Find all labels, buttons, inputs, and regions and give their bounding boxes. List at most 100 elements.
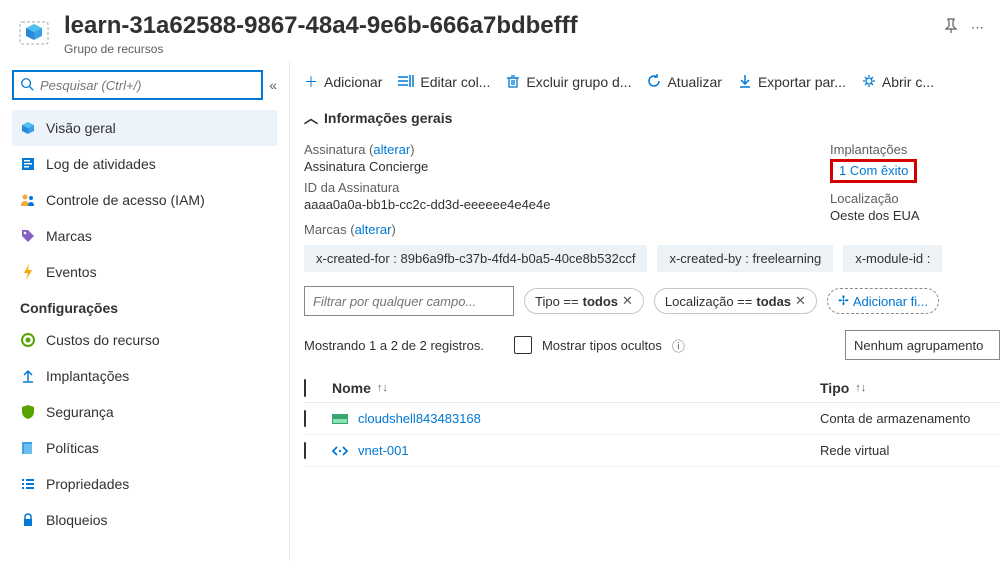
tag-icon [20, 229, 36, 243]
type-column-header[interactable]: Tipo↑↓ [820, 380, 1000, 396]
resource-link[interactable]: vnet-001 [332, 443, 820, 458]
refresh-button[interactable]: Atualizar [647, 74, 721, 91]
sidebar-item-security[interactable]: Segurança [12, 394, 277, 430]
columns-icon [398, 74, 414, 90]
deployments-label: Implantações [830, 142, 1000, 157]
info-icon[interactable]: ⓘ [672, 336, 685, 355]
deploy-icon [20, 369, 36, 383]
select-all-checkbox[interactable] [304, 379, 306, 397]
edit-columns-button[interactable]: Editar col... [398, 74, 490, 90]
collapse-sidebar-icon[interactable]: « [269, 77, 277, 93]
search-input[interactable] [40, 78, 255, 93]
sidebar-item-label: Marcas [46, 228, 92, 244]
add-filter-icon: ✢ [838, 293, 849, 309]
show-hidden-checkbox[interactable] [514, 336, 532, 354]
sidebar-item-properties[interactable]: Propriedades [12, 466, 277, 502]
page-header: learn-31a62588-9867-48a4-9e6b-666a7bdbef… [0, 0, 1000, 62]
resource-group-icon [16, 14, 52, 50]
export-button[interactable]: Exportar par... [738, 74, 846, 91]
record-count: Mostrando 1 a 2 de 2 registros. [304, 338, 484, 353]
bolt-icon [20, 264, 36, 280]
lock-icon [20, 513, 36, 527]
trash-icon [506, 74, 520, 91]
table-row: vnet-001 Rede virtual [304, 435, 1000, 467]
sidebar-item-label: Log de atividades [46, 156, 156, 172]
grouping-select[interactable]: Nenhum agrupamento [845, 330, 1000, 360]
resource-type: Rede virtual [820, 443, 1000, 458]
location-label: Localização [830, 191, 1000, 206]
sidebar-item-label: Visão geral [46, 120, 116, 136]
sidebar-item-activity-log[interactable]: Log de atividades [12, 146, 277, 182]
sidebar-item-events[interactable]: Eventos [12, 254, 277, 290]
subid-value: aaaa0a0a-bb1b-cc2c-dd3d-eeeeee4e4e4e [304, 197, 800, 212]
change-tags-link[interactable]: alterar [355, 222, 392, 237]
page-title: learn-31a62588-9867-48a4-9e6b-666a7bdbef… [64, 12, 931, 40]
refresh-icon [647, 74, 661, 91]
sidebar-section-settings: Configurações [12, 290, 277, 322]
sidebar-item-policies[interactable]: Políticas [12, 430, 277, 466]
row-checkbox[interactable] [304, 410, 306, 427]
sidebar-item-label: Custos do recurso [46, 332, 160, 348]
type-filter-pill[interactable]: Tipo == todos✕ [524, 288, 644, 314]
pin-icon[interactable] [943, 18, 959, 37]
sidebar-item-label: Propriedades [46, 476, 129, 492]
tags-row: x-created-for : 89b6a9fb-c37b-4fd4-b0a5-… [304, 245, 1000, 272]
log-icon [20, 157, 36, 171]
sort-icon: ↑↓ [855, 382, 866, 394]
add-button[interactable]: ＋Adicionar [304, 72, 382, 92]
sidebar-item-locks[interactable]: Bloqueios [12, 502, 277, 538]
sort-icon: ↑↓ [377, 382, 388, 394]
tag-chip[interactable]: x-created-for : 89b6a9fb-c37b-4fd4-b0a5-… [304, 245, 647, 272]
sidebar-item-tags[interactable]: Marcas [12, 218, 277, 254]
change-subscription-link[interactable]: alterar [373, 142, 410, 157]
name-column-header[interactable]: Nome↑↓ [332, 380, 820, 396]
gear-icon [862, 74, 876, 91]
sidebar-item-iam[interactable]: Controle de acesso (IAM) [12, 182, 277, 218]
sidebar-item-label: Implantações [46, 368, 129, 384]
main-content: ＋Adicionar Editar col... Excluir grupo d… [290, 62, 1000, 561]
close-icon[interactable]: ✕ [622, 293, 633, 309]
row-checkbox[interactable] [304, 442, 306, 459]
policy-icon [20, 441, 36, 455]
subscription-label: Assinatura (alterar) [304, 142, 800, 157]
close-icon[interactable]: ✕ [795, 293, 806, 309]
show-hidden-label: Mostrar tipos ocultos [542, 338, 662, 353]
cost-icon [20, 333, 36, 347]
plus-icon: ＋ [304, 72, 318, 92]
download-icon [738, 74, 752, 91]
add-filter-button[interactable]: ✢Adicionar fi... [827, 288, 939, 314]
cube-icon [20, 120, 36, 136]
properties-icon [20, 477, 36, 491]
more-icon[interactable]: ⋯ [971, 20, 984, 36]
filter-input[interactable] [304, 286, 514, 316]
location-value: Oeste dos EUA [830, 208, 1000, 223]
location-filter-pill[interactable]: Localização == todas✕ [654, 288, 817, 314]
resources-table: Nome↑↓ Tipo↑↓ cloudshell843483168 Conta … [304, 374, 1000, 467]
sidebar-item-costs[interactable]: Custos do recurso [12, 322, 277, 358]
sidebar-item-label: Segurança [46, 404, 114, 420]
deployments-highlight: 1 Com êxito [830, 159, 917, 183]
sidebar-item-deployments[interactable]: Implantações [12, 358, 277, 394]
sidebar: « Visão geral Log de atividades Controle… [0, 62, 290, 561]
open-button[interactable]: Abrir c... [862, 74, 934, 91]
subscription-link[interactable]: Assinatura Concierge [304, 159, 800, 174]
tag-chip[interactable]: x-module-id : [843, 245, 942, 272]
deployments-link[interactable]: 1 Com êxito [839, 163, 908, 178]
essentials-toggle[interactable]: ︿ Informações gerais [304, 102, 1000, 136]
search-icon [20, 77, 34, 94]
storage-icon [332, 413, 348, 425]
resource-link[interactable]: cloudshell843483168 [332, 411, 820, 426]
tag-chip[interactable]: x-created-by : freelearning [657, 245, 833, 272]
command-bar: ＋Adicionar Editar col... Excluir grupo d… [304, 70, 1000, 102]
status-row: Mostrando 1 a 2 de 2 registros. Mostrar … [304, 330, 1000, 360]
iam-icon [20, 193, 36, 207]
table-row: cloudshell843483168 Conta de armazenamen… [304, 403, 1000, 435]
sidebar-item-label: Políticas [46, 440, 99, 456]
vnet-icon [332, 445, 348, 457]
sidebar-item-overview[interactable]: Visão geral [12, 110, 277, 146]
resource-type: Conta de armazenamento [820, 411, 1000, 426]
tags-label: Marcas (alterar) [304, 222, 800, 237]
delete-rg-button[interactable]: Excluir grupo d... [506, 74, 631, 91]
search-box[interactable] [12, 70, 263, 100]
page-subtitle: Grupo de recursos [64, 42, 931, 56]
